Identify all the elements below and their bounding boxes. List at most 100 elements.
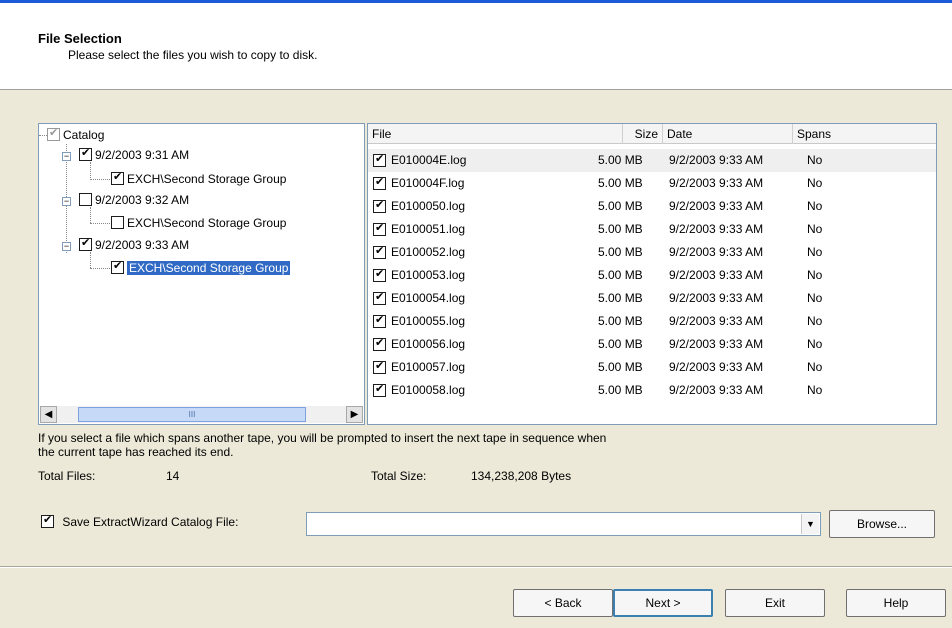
group-checkbox[interactable] (79, 146, 92, 161)
file-checkbox[interactable] (373, 336, 386, 351)
file-date-cell: 9/2/2003 9:33 AM (669, 153, 764, 167)
file-checkbox[interactable] (373, 267, 386, 282)
scrollbar-thumb[interactable]: III (78, 407, 306, 422)
file-name-cell: E0100057.log (391, 360, 466, 374)
tree-connector (39, 135, 47, 136)
tree-node-storage-group-2[interactable]: EXCH\Second Storage Group (111, 214, 286, 232)
table-row[interactable]: E0100057.log 5.00 MB 9/2/2003 9:33 AM No (368, 356, 936, 379)
file-spans-cell: No (807, 199, 823, 213)
file-name-cell: E0100055.log (391, 314, 466, 328)
file-size-cell: 5.00 MB (598, 245, 643, 259)
file-spans-cell: No (807, 383, 823, 397)
chevron-right-icon[interactable]: ▶ (346, 406, 363, 423)
tree-node-storage-group-3[interactable]: EXCH\Second Storage Group (111, 259, 291, 277)
file-checkbox[interactable] (373, 382, 386, 397)
collapse-icon[interactable]: − (62, 197, 71, 206)
footer-divider (0, 566, 952, 568)
file-date-cell: 9/2/2003 9:33 AM (669, 176, 764, 190)
file-checkbox[interactable] (373, 152, 386, 167)
column-header-size[interactable]: Size (623, 124, 663, 144)
storage-group-checkbox[interactable] (111, 216, 124, 229)
save-catalog-option[interactable]: Save ExtractWizard Catalog File: (41, 513, 238, 529)
file-checkbox[interactable] (373, 175, 386, 190)
table-row[interactable]: E0100056.log 5.00 MB 9/2/2003 9:33 AM No (368, 333, 936, 356)
table-row[interactable]: E0100055.log 5.00 MB 9/2/2003 9:33 AM No (368, 310, 936, 333)
table-row[interactable]: E0100054.log 5.00 MB 9/2/2003 9:33 AM No (368, 287, 936, 310)
table-row[interactable]: E0100051.log 5.00 MB 9/2/2003 9:33 AM No (368, 218, 936, 241)
tree-node-group-1[interactable]: 9/2/2003 9:31 AM (79, 146, 189, 164)
table-row[interactable]: E0100052.log 5.00 MB 9/2/2003 9:33 AM No (368, 241, 936, 264)
tree-node-label: 9/2/2003 9:33 AM (95, 238, 190, 252)
storage-group-checkbox[interactable] (111, 259, 124, 274)
file-spans-cell: No (807, 314, 823, 328)
file-checkbox[interactable] (373, 244, 386, 259)
catalog-file-combo[interactable]: ▼ (306, 512, 821, 536)
file-date-cell: 9/2/2003 9:33 AM (669, 314, 764, 328)
file-name-cell: E0100052.log (391, 245, 466, 259)
file-checkbox[interactable] (373, 221, 386, 236)
storage-group-checkbox[interactable] (111, 170, 124, 185)
table-row[interactable]: E010004F.log 5.00 MB 9/2/2003 9:33 AM No (368, 172, 936, 195)
save-catalog-checkbox[interactable] (41, 513, 54, 528)
help-button[interactable]: Help (846, 589, 946, 617)
file-name-cell: E0100053.log (391, 268, 466, 282)
table-row[interactable]: E010004E.log 5.00 MB 9/2/2003 9:33 AM No (368, 149, 936, 172)
catalog-checkbox[interactable] (47, 126, 60, 141)
note-line: the current tape has reached its end. (38, 445, 234, 459)
column-header-file[interactable]: File (368, 124, 623, 144)
back-button[interactable]: < Back (513, 589, 613, 617)
file-size-cell: 5.00 MB (598, 360, 643, 374)
file-name-cell: E0100058.log (391, 383, 466, 397)
total-files-label: Total Files: (38, 469, 96, 483)
span-warning-note: If you select a file which spans another… (38, 431, 758, 459)
tree-node-storage-group-1[interactable]: EXCH\Second Storage Group (111, 170, 286, 188)
table-row[interactable]: E0100053.log 5.00 MB 9/2/2003 9:33 AM No (368, 264, 936, 287)
file-checkbox[interactable] (373, 313, 386, 328)
table-row[interactable]: E0100050.log 5.00 MB 9/2/2003 9:33 AM No (368, 195, 936, 218)
file-size-cell: 5.00 MB (598, 337, 643, 351)
file-list[interactable]: File Size Date Spans E010004E.log 5.00 MB… (367, 123, 937, 425)
group-checkbox[interactable] (79, 193, 92, 206)
tree-node-group-3[interactable]: 9/2/2003 9:33 AM (79, 236, 189, 254)
tree-node-label: EXCH\Second Storage Group (127, 172, 287, 186)
file-checkbox[interactable] (373, 359, 386, 374)
column-header-spans[interactable]: Spans (793, 124, 936, 144)
file-spans-cell: No (807, 153, 823, 167)
file-spans-cell: No (807, 268, 823, 282)
file-date-cell: 9/2/2003 9:33 AM (669, 199, 764, 213)
file-spans-cell: No (807, 176, 823, 190)
file-size-cell: 5.00 MB (598, 153, 643, 167)
browse-button[interactable]: Browse... (829, 510, 935, 538)
horizontal-scrollbar[interactable]: ◀ III ▶ (40, 406, 363, 423)
tree-connector (90, 252, 91, 268)
file-spans-cell: No (807, 222, 823, 236)
exit-button[interactable]: Exit (725, 589, 825, 617)
file-date-cell: 9/2/2003 9:33 AM (669, 360, 764, 374)
page-title: File Selection (38, 31, 122, 46)
group-checkbox[interactable] (79, 236, 92, 251)
tree-node-catalog[interactable]: Catalog (47, 126, 104, 144)
column-header-date[interactable]: Date (663, 124, 793, 144)
total-size-value: 134,238,208 Bytes (471, 469, 572, 483)
note-line: If you select a file which spans another… (38, 431, 607, 445)
file-date-cell: 9/2/2003 9:33 AM (669, 337, 764, 351)
file-name-cell: E010004E.log (391, 153, 467, 167)
catalog-tree[interactable]: Catalog − 9/2/2003 9:31 AM EXCH\Second S… (38, 123, 365, 425)
chevron-left-icon[interactable]: ◀ (40, 406, 57, 423)
wizard-header: File Selection Please select the files y… (0, 3, 952, 90)
file-date-cell: 9/2/2003 9:33 AM (669, 268, 764, 282)
tree-node-group-2[interactable]: 9/2/2003 9:32 AM (79, 191, 189, 209)
tree-connector (90, 162, 91, 178)
file-size-cell: 5.00 MB (598, 268, 643, 282)
page-subtitle: Please select the files you wish to copy… (68, 48, 318, 62)
file-name-cell: E0100054.log (391, 291, 466, 305)
file-checkbox[interactable] (373, 290, 386, 305)
tree-node-label: 9/2/2003 9:32 AM (95, 193, 190, 207)
collapse-icon[interactable]: − (62, 242, 71, 251)
file-checkbox[interactable] (373, 198, 386, 213)
file-date-cell: 9/2/2003 9:33 AM (669, 222, 764, 236)
chevron-down-icon[interactable]: ▼ (801, 514, 819, 534)
table-row[interactable]: E0100058.log 5.00 MB 9/2/2003 9:33 AM No (368, 379, 936, 402)
collapse-icon[interactable]: − (62, 152, 71, 161)
next-button[interactable]: Next > (613, 589, 713, 617)
